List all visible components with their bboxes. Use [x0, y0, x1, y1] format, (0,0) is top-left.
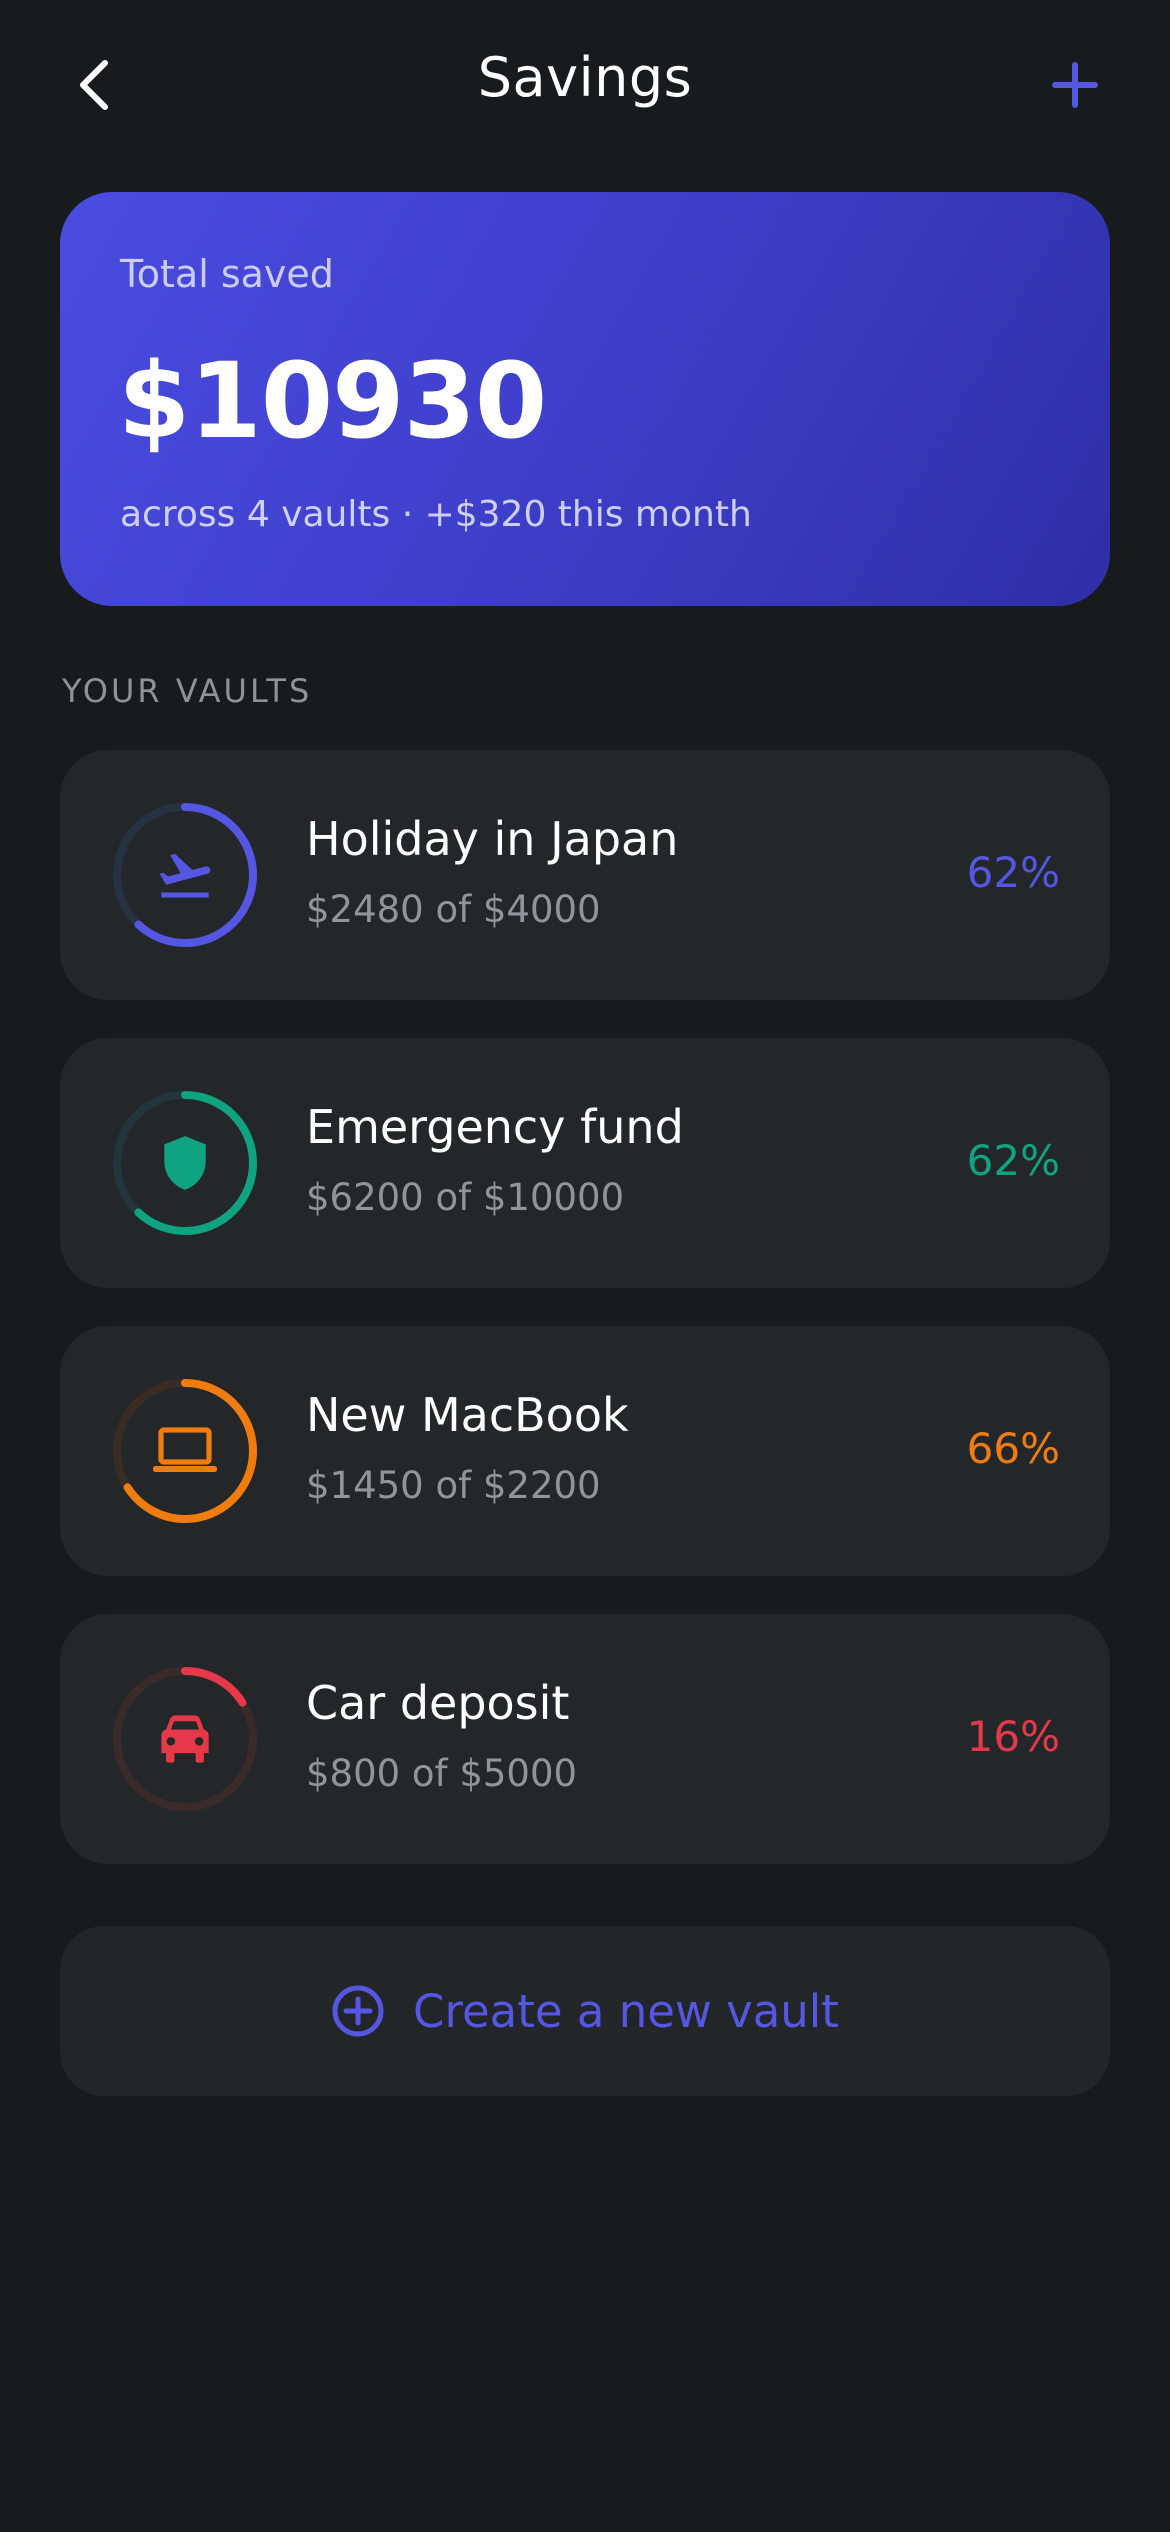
plus-icon	[1052, 62, 1098, 108]
vault-name: Emergency fund	[306, 1100, 684, 1154]
vault-card-emergency-fund[interactable]: Emergency fund $6200 of $10000 62%	[60, 1038, 1110, 1288]
plus-circle-icon	[332, 1985, 384, 2037]
vault-progress-text: $6200 of $10000	[306, 1176, 625, 1219]
vaults-section-label: YOUR VAULTS	[62, 672, 313, 710]
vault-percent: 16%	[966, 1712, 1060, 1761]
total-saved-label: Total saved	[120, 252, 334, 296]
app-header: Savings	[0, 0, 1170, 170]
car-icon	[161, 1715, 209, 1763]
create-vault-button[interactable]: Create a new vault	[60, 1926, 1110, 2096]
vault-card-new-macbook[interactable]: New MacBook $1450 of $2200 66%	[60, 1326, 1110, 1576]
vault-card-car-deposit[interactable]: Car deposit $800 of $5000 16%	[60, 1614, 1110, 1864]
vault-progress-text: $800 of $5000	[306, 1752, 578, 1795]
vault-name: Holiday in Japan	[306, 812, 679, 866]
vault-percent: 66%	[966, 1424, 1060, 1473]
vault-percent: 62%	[966, 1136, 1060, 1185]
shield-icon	[164, 1136, 206, 1190]
create-vault-label: Create a new vault	[413, 1984, 839, 2038]
total-saved-subtitle: across 4 vaults · +$320 this month	[120, 494, 752, 535]
airplane-departure-icon	[159, 853, 211, 898]
total-saved-card: Total saved $10930 across 4 vaults · +$3…	[60, 192, 1110, 606]
vault-percent: 62%	[966, 848, 1060, 897]
vault-progress-text: $2480 of $4000	[306, 888, 601, 931]
add-vault-button[interactable]	[1040, 50, 1110, 120]
vault-card-holiday-in-japan[interactable]: Holiday in Japan $2480 of $4000 62%	[60, 750, 1110, 1000]
total-saved-amount: $10930	[118, 340, 547, 462]
vault-progress-text: $1450 of $2200	[306, 1464, 601, 1507]
laptop-icon	[153, 1427, 217, 1472]
vault-name: Car deposit	[306, 1676, 570, 1730]
vault-name: New MacBook	[306, 1388, 629, 1442]
page-title: Savings	[477, 46, 693, 109]
